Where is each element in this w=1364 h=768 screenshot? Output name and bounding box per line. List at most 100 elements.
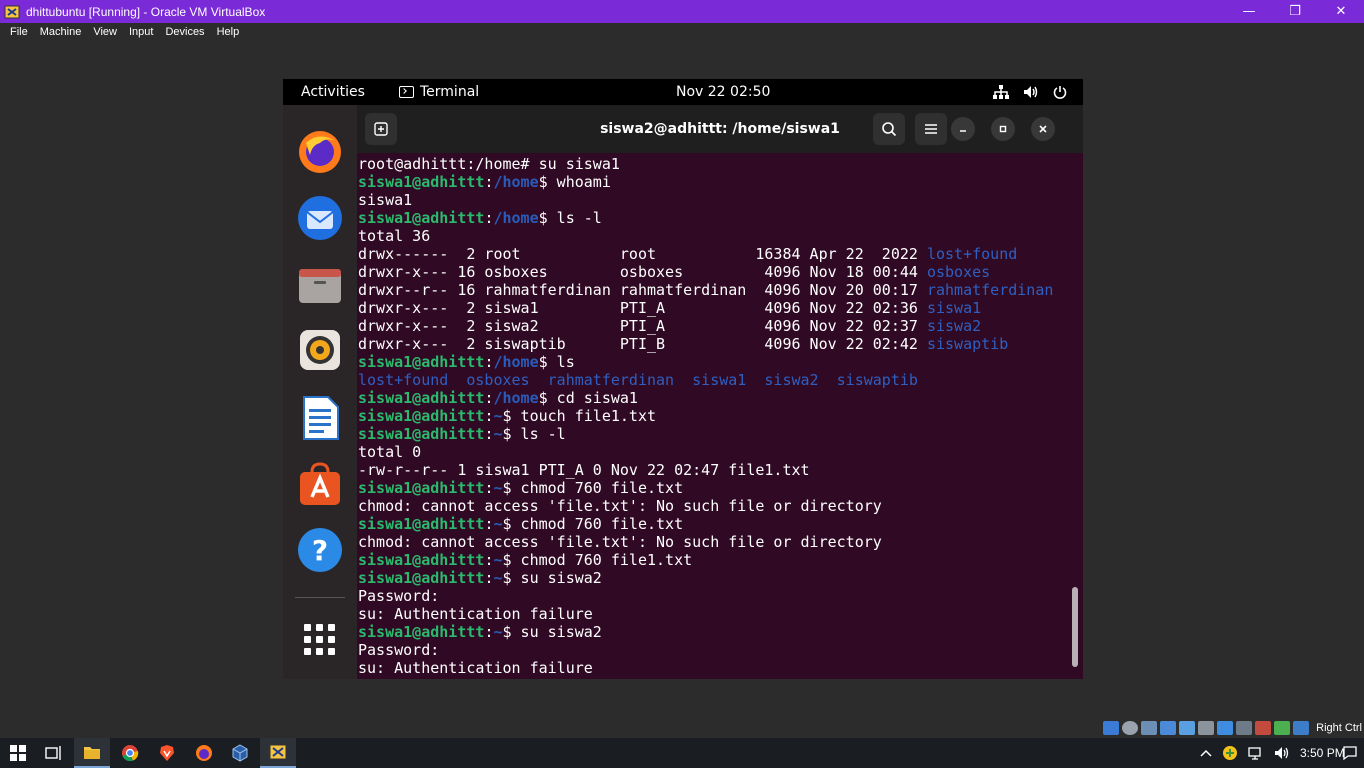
terminal-line: chmod: cannot access 'file.txt': No such…: [358, 497, 1068, 515]
prompt-user: siswa1@adhittt: [358, 551, 485, 569]
terminal-scrollbar[interactable]: [1072, 587, 1078, 667]
terminal-text: drwxr-x--- 2 siswaptib PTI_B 4096 Nov 22…: [358, 335, 927, 353]
thunderbird-icon[interactable]: [296, 194, 344, 242]
terminal-text: total 36: [358, 227, 431, 245]
close-terminal-button[interactable]: [1031, 117, 1055, 141]
prompt-user: siswa1@adhittt: [358, 407, 485, 425]
system-status-menu[interactable]: [993, 79, 1067, 105]
prompt-path: ~: [493, 407, 503, 425]
app-menu[interactable]: Terminal: [399, 79, 479, 105]
network-adapter-icon[interactable]: [1160, 720, 1177, 735]
vb-title-bar: dhittubuntu [Running] - Oracle VM Virtua…: [0, 0, 1364, 23]
prompt-user: siswa1@adhittt: [358, 353, 485, 371]
tray-overflow-icon[interactable]: [1200, 748, 1212, 758]
prompt-path: ~: [493, 479, 503, 497]
menu-file[interactable]: File: [4, 23, 34, 42]
files-icon[interactable]: [296, 261, 344, 309]
help-icon[interactable]: ?: [296, 526, 344, 574]
terminal-text: $ ls -l: [538, 209, 602, 227]
prompt-user: siswa1@adhittt: [358, 569, 485, 587]
display-icon[interactable]: [1217, 720, 1234, 735]
notification-center-icon[interactable]: [1342, 745, 1358, 761]
terminal-line: siswa1@adhittt:/home$ ls -l: [358, 209, 1068, 227]
terminal-text: drwxr-x--- 16 osboxes osboxes 4096 Nov 1…: [358, 263, 927, 281]
terminal-line: Password:: [358, 587, 1068, 605]
terminal-line: siswa1@adhittt:~$ touch file1.txt: [358, 407, 1068, 425]
file-explorer-icon[interactable]: [74, 738, 110, 768]
network-tray-icon[interactable]: [1248, 746, 1264, 760]
terminal-text: $ cd siswa1: [538, 389, 638, 407]
prompt-path: ~: [493, 569, 503, 587]
terminal-text: drwxr-x--- 2 siswa1 PTI_A 4096 Nov 22 02…: [358, 299, 927, 317]
directory-name: siswa1: [926, 299, 982, 317]
hard-disk-icon[interactable]: [1103, 720, 1120, 735]
terminal-text: su: Authentication failure: [358, 605, 593, 623]
firefox-icon[interactable]: [296, 127, 344, 175]
taskbar-clock[interactable]: 3:50 PM: [1300, 738, 1345, 768]
volume-tray-icon[interactable]: [1274, 746, 1290, 760]
app-tray-icon[interactable]: [1222, 745, 1238, 761]
prompt-user: siswa1@adhittt: [358, 515, 485, 533]
audio-icon[interactable]: [1141, 720, 1158, 735]
activities-button[interactable]: Activities: [301, 79, 365, 105]
vt-x-icon[interactable]: [1255, 720, 1272, 735]
task-view-icon[interactable]: [36, 738, 72, 768]
usb-icon[interactable]: [1179, 720, 1196, 735]
hamburger-menu-button[interactable]: [915, 113, 947, 145]
terminal-window[interactable]: siswa2@adhittt: /home/siswa1 root@adhitt…: [357, 105, 1083, 679]
prompt-user: siswa1@adhittt: [358, 173, 485, 191]
terminal-line: su: Authentication failure: [358, 605, 1068, 623]
terminal-text: root@adhittt:/home# su siswa1: [358, 155, 620, 173]
guest-screen[interactable]: Activities Terminal Nov 22 02:50 ? siswa…: [283, 79, 1083, 679]
keyboard-capture-icon[interactable]: [1293, 720, 1310, 735]
menu-devices[interactable]: Devices: [159, 23, 210, 42]
directory-name: rahmatferdinan: [926, 281, 1054, 299]
restore-button[interactable]: ❐: [1272, 0, 1318, 23]
directory-name: lost+found: [926, 245, 1018, 263]
mouse-integration-icon[interactable]: [1274, 720, 1291, 735]
chrome-icon[interactable]: [112, 738, 148, 768]
windows-start-icon[interactable]: [0, 738, 36, 768]
terminal-text: drwxr-x--- 2 siswa2 PTI_A 4096 Nov 22 02…: [358, 317, 927, 335]
terminal-text: -rw-r--r-- 1 siswa1 PTI_A 0 Nov 22 02:47…: [358, 461, 810, 479]
search-button[interactable]: [873, 113, 905, 145]
terminal-line: siswa1@adhittt:~$ chmod 760 file1.txt: [358, 551, 1068, 569]
menu-help[interactable]: Help: [211, 23, 246, 42]
terminal-line: drwxr--r-- 16 rahmatferdinan rahmatferdi…: [358, 281, 1068, 299]
terminal-line: siswa1@adhittt:~$ chmod 760 file.txt: [358, 515, 1068, 533]
menu-input[interactable]: Input: [123, 23, 159, 42]
recording-icon[interactable]: [1236, 720, 1253, 735]
maximize-terminal-button[interactable]: [991, 117, 1015, 141]
virtualbox-manager-icon[interactable]: [222, 738, 258, 768]
directory-name: osboxes: [926, 263, 991, 281]
terminal-line: chmod: cannot access 'file.txt': No such…: [358, 533, 1068, 551]
menu-view[interactable]: View: [87, 23, 123, 42]
new-tab-icon: [374, 122, 388, 136]
terminal-line: su: Authentication failure: [358, 659, 1068, 677]
libreoffice-writer-icon[interactable]: [296, 394, 344, 442]
firefox-icon[interactable]: [186, 738, 222, 768]
clock[interactable]: Nov 22 02:50: [676, 79, 770, 105]
terminal-text: total 0: [358, 443, 422, 461]
terminal-text: su: Authentication failure: [358, 659, 593, 677]
menu-machine[interactable]: Machine: [34, 23, 88, 42]
virtualbox-vm-icon[interactable]: [260, 738, 296, 768]
brave-icon[interactable]: [149, 738, 185, 768]
shared-folders-icon[interactable]: [1198, 720, 1215, 735]
hamburger-menu-icon: [925, 124, 937, 134]
terminal-line: siswa1@adhittt:/home$ whoami: [358, 173, 1068, 191]
optical-drive-icon[interactable]: [1122, 720, 1139, 735]
minimize-button[interactable]: —: [1226, 0, 1272, 23]
close-button[interactable]: ✕: [1318, 0, 1364, 23]
prompt-path: ~: [493, 515, 503, 533]
minimize-terminal-button[interactable]: [951, 117, 975, 141]
rhythmbox-icon[interactable]: [296, 326, 344, 374]
show-apps-icon[interactable]: [296, 616, 344, 664]
terminal-line: siswa1@adhittt:~$ su siswa2: [358, 623, 1068, 641]
prompt-path: /home: [493, 209, 539, 227]
new-tab-button[interactable]: [365, 113, 397, 145]
ubuntu-software-icon[interactable]: [296, 460, 344, 508]
terminal-output[interactable]: root@adhittt:/home# su siswa1 siswa1@adhi…: [358, 153, 1068, 679]
terminal-text: siswa1: [358, 191, 413, 209]
search-icon: [882, 122, 897, 137]
